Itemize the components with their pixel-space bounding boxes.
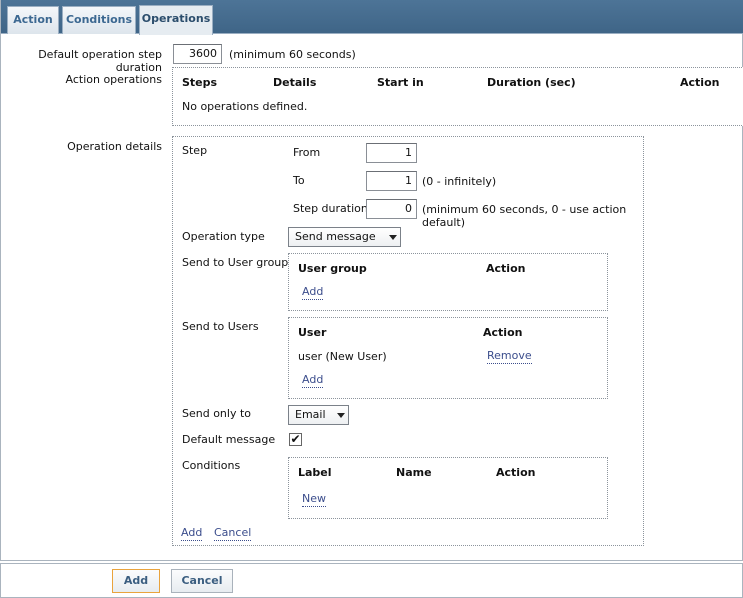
step-duration-label: Step duration xyxy=(293,202,368,215)
send-only-to-value: Email xyxy=(295,408,326,421)
default-message-checkbox[interactable]: ✔ xyxy=(289,433,302,446)
add-operation-link[interactable]: Add xyxy=(181,526,203,541)
step-duration-hint: (minimum 60 seconds, 0 - use action defa… xyxy=(422,203,627,229)
operation-type-value: Send message xyxy=(295,230,376,243)
tab-conditions[interactable]: Conditions xyxy=(62,6,136,34)
col-action: Action xyxy=(680,76,720,89)
conditions-table: Label Name Action New xyxy=(288,457,608,519)
remove-user-link[interactable]: Remove xyxy=(487,349,532,364)
tab-operations[interactable]: Operations xyxy=(139,5,213,35)
col-details: Details xyxy=(273,76,317,89)
col-start-in: Start in xyxy=(377,76,424,89)
default-message-label: Default message xyxy=(182,433,276,446)
checkmark-icon: ✔ xyxy=(290,432,301,446)
action-operations-table: Steps Details Start in Duration (sec) Ac… xyxy=(172,67,743,126)
action-operations-label: Action operations xyxy=(65,73,163,86)
send-only-to-label: Send only to xyxy=(182,407,252,420)
col-label: Label xyxy=(298,466,332,479)
step-to-hint: (0 - infinitely) xyxy=(422,175,497,188)
operation-type-select[interactable]: Send message xyxy=(288,227,401,247)
step-from-input[interactable]: 1 xyxy=(366,143,417,163)
send-only-to-select[interactable]: Email xyxy=(288,405,349,425)
col-name: Name xyxy=(396,466,432,479)
cancel-operation-link[interactable]: Cancel xyxy=(214,526,252,541)
tab-action[interactable]: Action xyxy=(7,6,59,34)
cancel-button[interactable]: Cancel xyxy=(171,569,233,593)
col-steps: Steps xyxy=(182,76,218,89)
conditions-label: Conditions xyxy=(182,459,241,472)
default-step-duration-hint: (minimum 60 seconds) xyxy=(229,48,356,61)
step-to-label: To xyxy=(293,174,305,187)
form-panel: Action Conditions Operations Default ope… xyxy=(0,0,743,561)
new-condition-link[interactable]: New xyxy=(302,492,326,507)
col-user-action: Action xyxy=(483,326,523,339)
add-button[interactable]: Add xyxy=(112,569,160,593)
chevron-down-icon xyxy=(389,235,397,240)
col-user: User xyxy=(298,326,327,339)
operation-details-label: Operation details xyxy=(67,140,162,153)
users-table: User Action user (New User) Remove Add xyxy=(288,317,608,399)
operation-type-label: Operation type xyxy=(182,230,265,243)
operation-details-box: Step From 1 To 1 (0 - infinitely) Step d… xyxy=(172,136,644,546)
add-user-link[interactable]: Add xyxy=(302,373,324,388)
user-row-name: user (New User) xyxy=(298,350,387,363)
default-step-duration-input[interactable]: 3600 xyxy=(173,44,222,64)
step-label: Step xyxy=(182,144,208,157)
send-to-users-label: Send to Users xyxy=(182,320,259,333)
step-to-input[interactable]: 1 xyxy=(366,171,417,191)
user-groups-table: User group Action Add xyxy=(288,253,608,311)
chevron-down-icon xyxy=(337,413,345,418)
no-operations-text: No operations defined. xyxy=(182,100,308,113)
tab-bar: Action Conditions Operations xyxy=(1,0,743,35)
form-footer: Add Cancel xyxy=(0,563,743,598)
col-user-group-action: Action xyxy=(486,262,526,275)
step-from-label: From xyxy=(293,146,321,159)
col-user-group: User group xyxy=(298,262,367,275)
default-step-duration-label: Default operation step duration xyxy=(38,48,162,74)
col-condition-action: Action xyxy=(496,466,536,479)
col-duration: Duration (sec) xyxy=(487,76,576,89)
step-duration-input[interactable]: 0 xyxy=(366,199,417,219)
add-user-group-link[interactable]: Add xyxy=(302,285,324,300)
send-to-user-groups-label: Send to User groups xyxy=(182,256,294,269)
